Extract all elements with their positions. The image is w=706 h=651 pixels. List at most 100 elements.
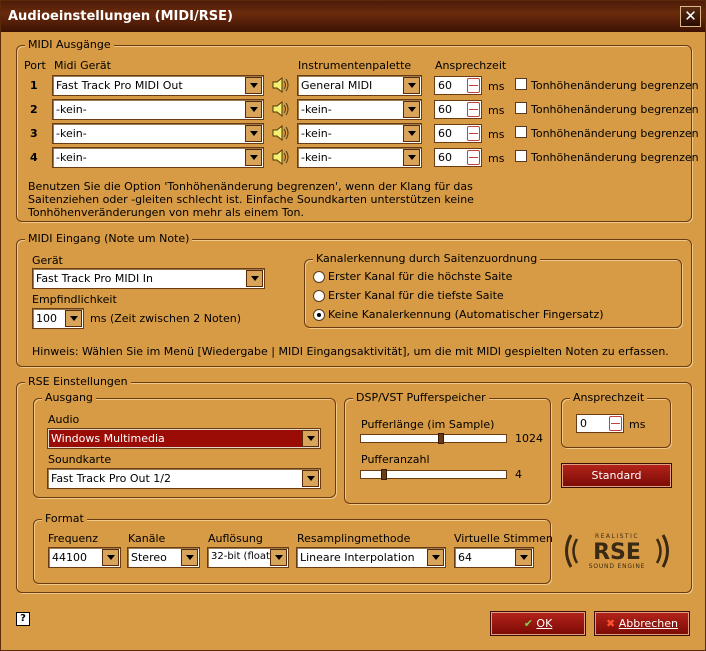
latency-value-4: 60 [438,151,452,164]
midi-out-legend: MIDI Ausgänge [25,38,114,51]
chevron-down-icon [427,549,444,566]
port-number-2: 2 [30,103,38,116]
midi-in-device-value: Fast Track Pro MIDI In [36,272,153,285]
spin-buttons-icon[interactable] [609,416,622,431]
frequency-label: Frequenz [48,532,99,545]
chevron-down-icon [403,149,420,166]
audio-settings-dialog: Audioeinstellungen (MIDI/RSE) ✕ MIDI Aus… [0,0,706,651]
buffer-length-value: 1024 [515,432,543,445]
voices-select[interactable]: 64 [454,547,534,568]
port-number-4: 4 [30,151,38,164]
speaker-icon[interactable] [272,77,290,93]
cancel-button-label: Abbrechen [618,617,678,630]
limit-checkbox-3[interactable] [515,126,527,138]
latency-spinner-2[interactable]: 60 [434,100,482,119]
channels-select[interactable]: Stereo [127,547,200,568]
limit-label-1: Tonhöhenänderung begrenzen [531,79,699,92]
channel-label-none: Keine Kanalerkennung (Automatischer Fing… [328,308,604,321]
buffer-count-thumb[interactable] [381,469,388,480]
midi-out-note-line-3: Tonhöhenveränderungen von mehr als einem… [28,206,304,219]
frequency-select[interactable]: 44100 [48,547,121,568]
sensitivity-select[interactable]: 100 [32,308,84,329]
header-latency: Ansprechzeit [435,59,507,72]
limit-label-4: Tonhöhenänderung begrenzen [531,151,699,164]
palette-select-1[interactable]: General MIDI [297,75,422,96]
spin-buttons-icon[interactable] [467,126,480,141]
logo-bottom-text: SOUND ENGINE [589,563,646,570]
buffer-count-label: Pufferanzahl [361,453,430,466]
resolution-value: 32-bit (float) [211,551,274,562]
logo-top-text: REALISTIC [595,533,639,540]
limit-checkbox-2[interactable] [515,102,527,114]
resampling-label: Resamplingmethode [297,532,411,545]
palette-value-1: General MIDI [301,79,373,92]
palette-select-4[interactable]: -kein- [297,147,422,168]
midi-device-select-3[interactable]: -kein- [52,123,264,144]
palette-select-3[interactable]: -kein- [297,123,422,144]
audio-select[interactable]: Windows Multimedia [47,428,321,449]
speaker-icon[interactable] [272,101,290,117]
palette-value-4: -kein- [301,151,332,164]
chevron-down-icon [270,549,287,566]
close-icon: ✕ [684,7,697,25]
midi-device-select-2[interactable]: -kein- [52,99,264,120]
audio-label: Audio [48,413,80,426]
sensitivity-value: 100 [36,312,57,325]
palette-select-2[interactable]: -kein- [297,99,422,120]
spin-buttons-icon[interactable] [467,78,480,93]
soundcard-label: Soundkarte [48,453,112,466]
rse-latency-value: 0 [580,417,587,430]
chevron-down-icon [302,430,319,447]
channel-radio-none[interactable] [313,309,325,321]
spin-buttons-icon[interactable] [467,102,480,117]
limit-checkbox-4[interactable] [515,150,527,162]
speaker-icon[interactable] [272,149,290,165]
close-button[interactable]: ✕ [680,6,701,27]
resolution-select[interactable]: 32-bit (float) [207,547,289,568]
speaker-icon[interactable] [272,125,290,141]
chevron-down-icon [102,549,119,566]
chevron-down-icon [181,549,198,566]
header-palette: Instrumentenpalette [298,59,412,72]
rse-output-legend: Ausgang [42,391,96,404]
soundcard-select[interactable]: Fast Track Pro Out 1/2 [47,468,321,489]
midi-device-value-1: Fast Track Pro MIDI Out [56,79,183,92]
channel-radio-lowest[interactable] [313,290,325,302]
limit-checkbox-1[interactable] [515,78,527,90]
latency-spinner-1[interactable]: 60 [434,76,482,95]
cancel-button[interactable]: ✖ Abbrechen [594,611,690,636]
limit-label-2: Tonhöhenänderung begrenzen [531,103,699,116]
standard-button-label: Standard [591,469,642,482]
latency-spinner-3[interactable]: 60 [434,124,482,143]
buffer-length-thumb[interactable] [437,433,444,444]
channels-label: Kanäle [128,532,166,545]
voices-label: Virtuelle Stimmen [454,532,553,545]
dsp-buffer-group: DSP/VST Pufferspeicher [344,391,551,504]
limit-label-3: Tonhöhenänderung begrenzen [531,127,699,140]
midi-in-device-select[interactable]: Fast Track Pro MIDI In [32,268,265,289]
midi-device-select-4[interactable]: -kein- [52,147,264,168]
chevron-down-icon [302,470,319,487]
rse-legend: RSE Einstellungen [25,375,131,388]
rse-latency-spinner[interactable]: 0 [576,414,624,433]
buffer-length-slider[interactable] [360,434,507,443]
help-icon[interactable]: ? [16,612,30,626]
midi-device-select-1[interactable]: Fast Track Pro MIDI Out [52,75,264,96]
channel-detection-legend: Kanalerkennung durch Saitenzuordnung [313,252,541,265]
ok-button[interactable]: ✔ OK [490,611,586,636]
chevron-down-icon [245,101,262,118]
channel-radio-highest[interactable] [313,271,325,283]
midi-device-value-3: -kein- [56,127,87,140]
resampling-select[interactable]: Lineare Interpolation [296,547,446,568]
standard-button[interactable]: Standard [561,463,672,488]
buffer-length-label: Pufferlänge (im Sample) [361,418,495,431]
chevron-down-icon [246,270,263,287]
port-number-3: 3 [30,127,38,140]
latency-spinner-4[interactable]: 60 [434,148,482,167]
chevron-down-icon [403,101,420,118]
spin-buttons-icon[interactable] [467,150,480,165]
logo-main-text: RSE [593,540,641,565]
resolution-label: Auflösung [208,532,263,545]
palette-value-3: -kein- [301,127,332,140]
latency-value-3: 60 [438,127,452,140]
